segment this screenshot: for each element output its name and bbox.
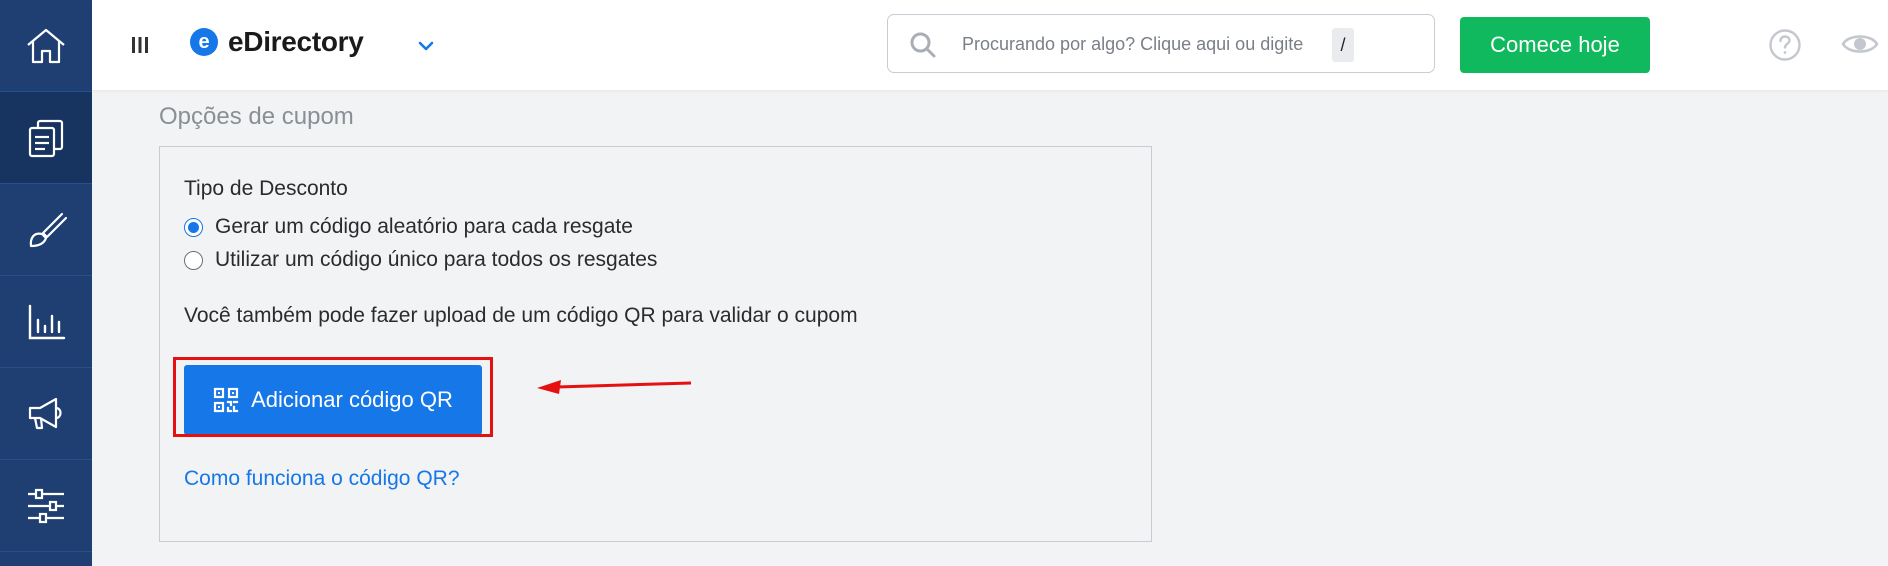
pages-icon xyxy=(28,119,64,157)
menu-toggle-icon[interactable] xyxy=(128,30,152,60)
sidebar-item-content[interactable] xyxy=(0,92,92,184)
sidebar-item-home[interactable] xyxy=(0,0,92,92)
brand-name: eDirectory xyxy=(228,26,364,57)
sliders-icon xyxy=(28,488,64,523)
search-shortcut-key: / xyxy=(1332,28,1354,62)
discount-type-label: Tipo de Desconto xyxy=(184,177,348,200)
qr-info-text: Você também pode fazer upload de um códi… xyxy=(184,304,858,327)
sidebar-item-design[interactable] xyxy=(0,184,92,276)
radio-single-code[interactable]: Utilizar um código único para todos os r… xyxy=(184,248,657,272)
brush-icon xyxy=(29,212,68,247)
section-title: Opções de cupom xyxy=(159,103,354,130)
start-today-button[interactable]: Comece hoje xyxy=(1460,17,1650,73)
annotation-arrow-icon xyxy=(537,380,692,394)
help-icon[interactable] xyxy=(1768,28,1802,62)
search-input[interactable]: Procurando por algo? Clique aqui ou digi… xyxy=(887,14,1435,73)
sidebar-item-reports[interactable] xyxy=(0,276,92,368)
brand-logo-icon: e xyxy=(190,28,218,56)
add-qr-code-button[interactable]: Adicionar código QR xyxy=(184,365,482,435)
sidebar xyxy=(0,0,92,566)
sidebar-item-settings[interactable] xyxy=(0,460,92,552)
qr-help-link[interactable]: Como funciona o código QR? xyxy=(184,467,460,491)
chevron-down-icon[interactable] xyxy=(414,34,438,58)
eye-icon[interactable] xyxy=(1840,28,1880,60)
top-bar: e eDirectory Procurando por algo? Clique… xyxy=(92,0,1888,90)
radio-button[interactable] xyxy=(184,250,203,270)
home-icon xyxy=(27,28,65,63)
search-icon xyxy=(910,32,936,58)
search-placeholder: Procurando por algo? Clique aqui ou digi… xyxy=(962,34,1304,54)
coupon-options-panel: Tipo de Desconto Gerar um código aleatór… xyxy=(159,146,1152,542)
qr-code-icon xyxy=(214,387,239,413)
radio-button[interactable] xyxy=(184,217,203,237)
radio-label: Utilizar um código único para todos os r… xyxy=(215,248,658,271)
radio-label: Gerar um código aleatório para cada resg… xyxy=(215,215,633,238)
brand[interactable]: e eDirectory xyxy=(190,26,364,58)
sidebar-item-promote[interactable] xyxy=(0,368,92,460)
radio-random-code[interactable]: Gerar um código aleatório para cada resg… xyxy=(184,215,633,239)
megaphone-icon xyxy=(28,397,62,429)
add-qr-code-label: Adicionar código QR xyxy=(251,387,453,412)
bar-chart-icon xyxy=(28,304,66,339)
